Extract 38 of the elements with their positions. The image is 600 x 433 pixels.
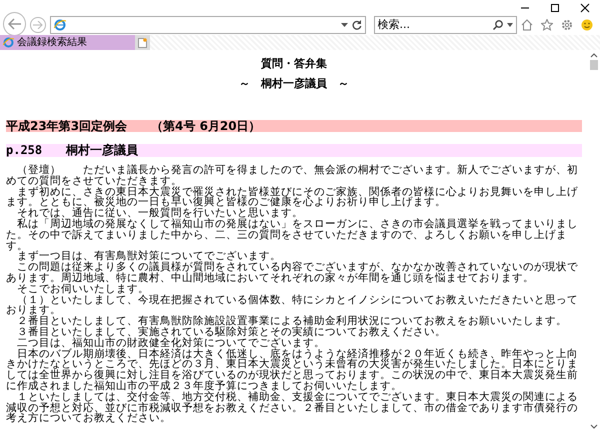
search-field[interactable]: 検索... bbox=[374, 16, 517, 34]
dropdown-caret-icon[interactable] bbox=[507, 23, 513, 27]
new-tab-button[interactable] bbox=[135, 35, 150, 50]
forward-arrow-icon bbox=[33, 21, 44, 29]
browser-tab[interactable]: 会議録検索結果 bbox=[0, 35, 135, 50]
back-arrow-icon bbox=[8, 18, 22, 30]
speech-paragraph: そこでお伺いいたします。 bbox=[16, 284, 149, 295]
home-icon[interactable] bbox=[521, 19, 533, 31]
speech-paragraph: ３番目といたしまして、実施されている駆除対策とその実績についてお教えください。 bbox=[16, 326, 447, 338]
search-icon[interactable] bbox=[493, 20, 503, 30]
new-page-icon bbox=[138, 38, 147, 48]
back-button[interactable] bbox=[3, 12, 26, 36]
member-heading: p.258 桐村一彦議員 bbox=[6, 144, 582, 157]
page-subtitle: ～ 桐村一彦議員 ～ bbox=[238, 78, 350, 90]
speech-paragraph: （１）といたしまして、今現在把握されている個体数、特にシカとイノシシについてお教えいただきたいと思っております。 bbox=[6, 294, 579, 316]
close-icon bbox=[580, 2, 590, 12]
refresh-icon[interactable] bbox=[352, 20, 362, 30]
speech-paragraph: ２番目といたしまして、有害鳥獣防除施設設置事業による補助金利用状況についてお教えをお願いいたします。 bbox=[16, 316, 568, 327]
speech-paragraph: まず一つ目は、有害鳥獣対策についてでございます。 bbox=[16, 251, 282, 262]
globe-e-icon bbox=[3, 37, 14, 48]
forward-button[interactable] bbox=[30, 17, 46, 33]
speech-paragraph: この問題は従来より多くの議員様が質問をされている内容でございますが、なかなか改善されていないのが現状であります。周辺地域、特に農村、中山間地域においてそれぞれの家々が年間を通じ頭を悩ませております。 bbox=[6, 262, 579, 284]
star-icon[interactable] bbox=[541, 19, 553, 31]
settings-icon[interactable] bbox=[561, 19, 573, 31]
page-title: 質問・答弁集 bbox=[260, 58, 328, 70]
speech-paragraph: 日本のバブル期崩壊後、日本経済は大きく低迷し、底をはうような経済推移が２０年近くも続き、昨年やっと上向きかけたなというところで、先ほどの３月、東日本大震災という未曾有の大災害が発生いたしました。日本にとりましては全世界から復興に対し注目を浴びているのが現状だと思っております。この状況の中で、東日本大震災発生前に作成されました福知山市の平成２３年度予算につきましてお伺いいたします。 bbox=[6, 348, 579, 392]
speech-paragraph: 私は「周辺地域の発展なくして福知山市の発展はない」をスローガンに、さきの市会議員選挙を戦ってまいりました。その中で訴えてまいりました中から、二、三の質問をさせていただきますので、よろしくお願いを申し上げます。 bbox=[6, 218, 579, 252]
speech-paragraph: １といたしましては、交付金等、地方交付税、補助金、支援金についてでございます。東日本大震災の関連による減収の予想と対応、並びに市税減収予想をお教えください。２番目といたしまして、市の借金であります市債発行の考え方についてお教えください。 bbox=[6, 392, 579, 424]
session-heading: 平成23年第3回定例会 （第4号 6月20日） bbox=[6, 120, 582, 132]
dropdown-caret-icon[interactable] bbox=[340, 23, 348, 27]
speech-paragraph: （登壇） ただいま議長から発言の許可を得ましたので、無会派の桐村でございます。新人でございますが、初めての質問をさせていただきます。 bbox=[6, 165, 579, 187]
speech-paragraph: それでは、通告に従い、一般質問を行いたいと思います。 bbox=[16, 208, 304, 219]
globe-e-icon bbox=[54, 19, 66, 31]
smiley-icon[interactable] bbox=[581, 19, 593, 31]
maximize-icon bbox=[550, 2, 560, 12]
speech-paragraph: まず初めに、さきの東日本大震災で罹災された皆様並びにそのご家族、関係者の皆様に心よりお見舞いを申し上げます。とともに、被災地の一日も早い復興と皆様のご健康を心よりお祈り申し上げます。 bbox=[6, 186, 579, 208]
scrollbar-thumb[interactable] bbox=[590, 60, 598, 70]
speech-paragraph: 二つ目は、福知山市の財政健全化対策についてでございます。 bbox=[16, 338, 326, 349]
